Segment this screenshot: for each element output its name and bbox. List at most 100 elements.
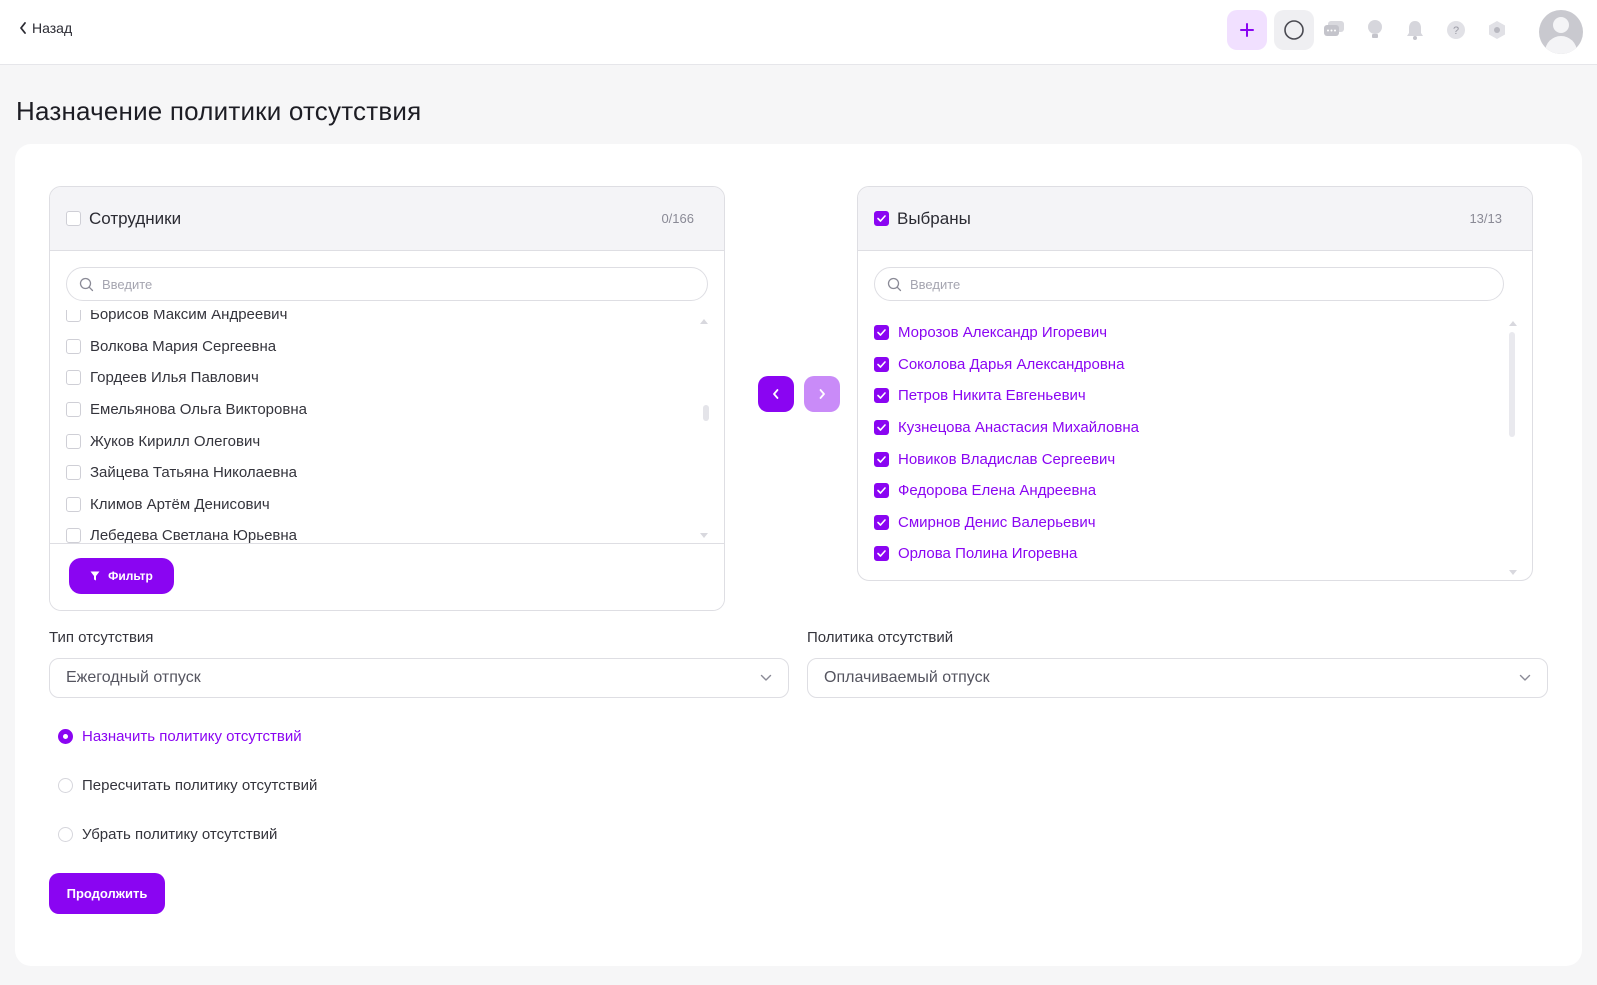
page-title: Назначение политики отсутствия (16, 96, 422, 126)
scroll-up-arrow[interactable] (1509, 321, 1517, 326)
select-all-employees-checkbox[interactable] (66, 211, 81, 226)
radio-button[interactable] (58, 778, 73, 793)
radio-button[interactable] (58, 827, 73, 842)
item-checkbox[interactable] (874, 451, 889, 467)
continue-button[interactable]: Продолжить (49, 873, 165, 914)
move-right-button[interactable] (804, 376, 840, 412)
messages-button[interactable] (1314, 10, 1354, 50)
employees-panel: Сотрудники 0/166 Борисов Максим Андрееви… (49, 186, 725, 611)
employees-search-input[interactable] (102, 276, 662, 292)
list-item[interactable]: Гордеев Илья Павлович (66, 362, 686, 394)
employees-count: 0/166 (661, 211, 694, 226)
scroll-down-arrow[interactable] (1509, 570, 1517, 575)
filter-button[interactable]: Фильтр (69, 558, 174, 594)
item-checkbox[interactable] (66, 370, 81, 386)
employee-name: Жуков Кирилл Олегович (90, 432, 261, 450)
selected-panel-header: Выбраны 13/13 (858, 187, 1532, 251)
radio-button[interactable] (58, 729, 73, 744)
back-button[interactable]: Назад (18, 20, 72, 36)
employee-name: Орлова Полина Игоревна (898, 545, 1078, 563)
check-icon (877, 487, 886, 495)
svg-text:?: ? (1453, 25, 1459, 37)
scrollbar-thumb[interactable] (1509, 332, 1515, 437)
radio-remove-policy[interactable]: Убрать политику отсутствий (58, 826, 277, 843)
selected-search (874, 267, 1504, 301)
top-bar: Назад ? (0, 0, 1597, 65)
list-item[interactable]: Лебедева Светлана Юрьевна (66, 520, 686, 543)
item-checkbox[interactable] (66, 310, 81, 323)
list-item[interactable]: Новиков Владислав Сергеевич (874, 443, 1494, 475)
list-item[interactable]: Орлова Полина Игоревна (874, 538, 1494, 570)
radio-recalculate-policy[interactable]: Пересчитать политику отсутствий (58, 777, 317, 794)
list-item[interactable]: Кузнецова Анастасия Михайловна (874, 412, 1494, 444)
add-button[interactable] (1227, 10, 1267, 50)
settings-button[interactable] (1477, 10, 1517, 50)
list-item[interactable]: Жуков Кирилл Олегович (66, 425, 686, 457)
employee-name: Волкова Мария Сергеевна (90, 337, 277, 355)
scrollbar-thumb[interactable] (703, 405, 709, 421)
item-checkbox[interactable] (874, 514, 889, 530)
item-checkbox[interactable] (874, 388, 889, 404)
absence-type-select[interactable]: Ежегодный отпуск (49, 658, 789, 698)
check-icon (877, 361, 886, 368)
policy-label: Политика отсутствий (807, 629, 954, 646)
ideas-button[interactable] (1355, 10, 1395, 50)
employee-name: Федорова Елена Андреевна (898, 482, 1097, 500)
assignment-card: Сотрудники 0/166 Борисов Максим Андрееви… (15, 144, 1582, 966)
list-item[interactable]: Петров Никита Евгеньевич (874, 380, 1494, 412)
move-left-button[interactable] (758, 376, 794, 412)
employee-name: Соколова Дарья Александровна (898, 355, 1125, 373)
list-item[interactable]: Смирнов Денис Валерьевич (874, 507, 1494, 539)
list-item[interactable]: Соколова Дарья Александровна (874, 349, 1494, 381)
item-checkbox[interactable] (66, 465, 81, 481)
list-item[interactable]: Волкова Мария Сергеевна (66, 331, 686, 363)
item-checkbox[interactable] (874, 420, 889, 436)
selected-panel-title: Выбраны (897, 208, 971, 228)
avatar-body (1545, 36, 1577, 54)
policy-select[interactable]: Оплачиваемый отпуск (807, 658, 1548, 698)
chevron-left-icon (773, 389, 779, 399)
employee-name: Петров Никита Евгеньевич (898, 387, 1086, 405)
item-checkbox[interactable] (874, 483, 889, 499)
item-checkbox[interactable] (874, 546, 889, 562)
chevron-down-icon (1519, 674, 1531, 681)
list-item[interactable]: Климов Артём Денисович (66, 489, 686, 521)
absence-type-value: Ежегодный отпуск (66, 669, 201, 686)
chat-icon (1324, 21, 1344, 36)
item-checkbox[interactable] (66, 528, 81, 543)
scroll-up-arrow[interactable] (700, 319, 708, 324)
item-checkbox[interactable] (66, 433, 81, 449)
list-item[interactable]: Морозов Александр Игоревич (874, 317, 1494, 349)
global-search-button[interactable] (1274, 10, 1314, 50)
back-label: Назад (32, 20, 73, 36)
list-item[interactable]: Федорова Елена Андреевна (874, 475, 1494, 507)
list-item[interactable]: Емельянова Ольга Викторовна (66, 394, 686, 426)
employees-list[interactable]: Борисов Максим Андреевич Волкова Мария С… (66, 310, 686, 543)
item-checkbox[interactable] (874, 325, 889, 341)
selected-list[interactable]: Морозов Александр Игоревич Соколова Дарь… (874, 317, 1494, 572)
radio-assign-policy[interactable]: Назначить политику отсутствий (58, 728, 302, 745)
employees-panel-footer: Фильтр (50, 543, 724, 610)
selected-search-input[interactable] (910, 276, 1470, 292)
list-item[interactable]: Зайцева Татьяна Николаевна (66, 457, 686, 489)
employee-name: Емельянова Ольга Викторовна (90, 401, 307, 419)
item-checkbox[interactable] (66, 496, 81, 512)
list-item[interactable]: Борисов Максим Андреевич (66, 310, 686, 331)
notifications-button[interactable] (1395, 10, 1435, 50)
check-icon (877, 455, 886, 463)
check-icon (877, 329, 886, 337)
item-checkbox[interactable] (874, 356, 889, 372)
search-icon (1284, 20, 1304, 40)
scroll-down-arrow[interactable] (700, 533, 708, 538)
employees-panel-title: Сотрудники (89, 208, 182, 228)
item-checkbox[interactable] (66, 338, 81, 354)
select-all-selected-checkbox[interactable] (874, 211, 889, 226)
help-button[interactable]: ? (1436, 10, 1476, 50)
employee-name: Кузнецова Анастасия Михайловна (898, 419, 1139, 437)
item-checkbox[interactable] (66, 402, 81, 418)
employee-name: Смирнов Денис Валерьевич (898, 513, 1096, 531)
radio-label: Пересчитать политику отсутствий (82, 777, 318, 794)
employee-name: Зайцева Татьяна Николаевна (90, 464, 297, 482)
user-avatar[interactable] (1539, 10, 1583, 54)
selected-count: 13/13 (1469, 211, 1502, 226)
